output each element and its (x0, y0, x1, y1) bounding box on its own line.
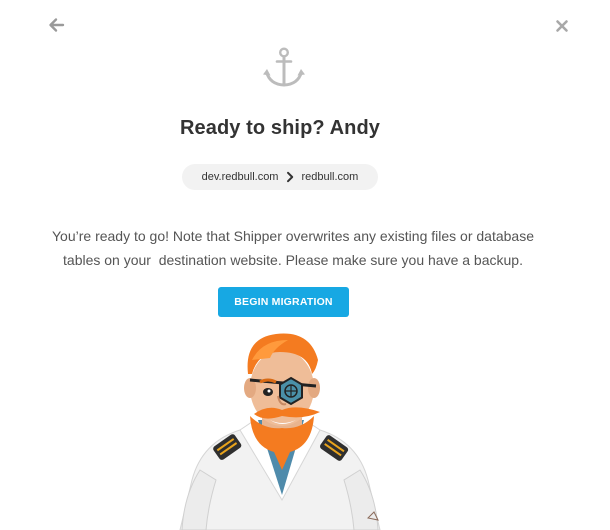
arrow-left-icon (49, 18, 65, 32)
page-title: Ready to ship? Andy (179, 117, 381, 139)
pirate-captain-mascot (170, 330, 390, 530)
migration-dialog: Ready to ship? Andy dev.redbull.com redb… (0, 0, 610, 530)
source-site-label: dev.redbull.com (201, 171, 279, 183)
warning-message-line-1: You’re ready to go! Note that Shipper ov… (52, 228, 534, 244)
chevron-right-icon (284, 171, 296, 183)
back-button[interactable] (46, 14, 68, 36)
begin-migration-button[interactable]: BEGIN MIGRATION (218, 287, 349, 317)
close-button[interactable] (552, 16, 572, 36)
migration-route: dev.redbull.com redbull.com (182, 164, 378, 190)
destination-site-label: redbull.com (301, 171, 359, 183)
anchor-icon (262, 46, 306, 90)
warning-message-line-2: tables on your destination website. Plea… (63, 252, 523, 268)
warning-message: You’re ready to go! Note that Shipper ov… (30, 224, 556, 272)
close-icon (556, 20, 568, 32)
